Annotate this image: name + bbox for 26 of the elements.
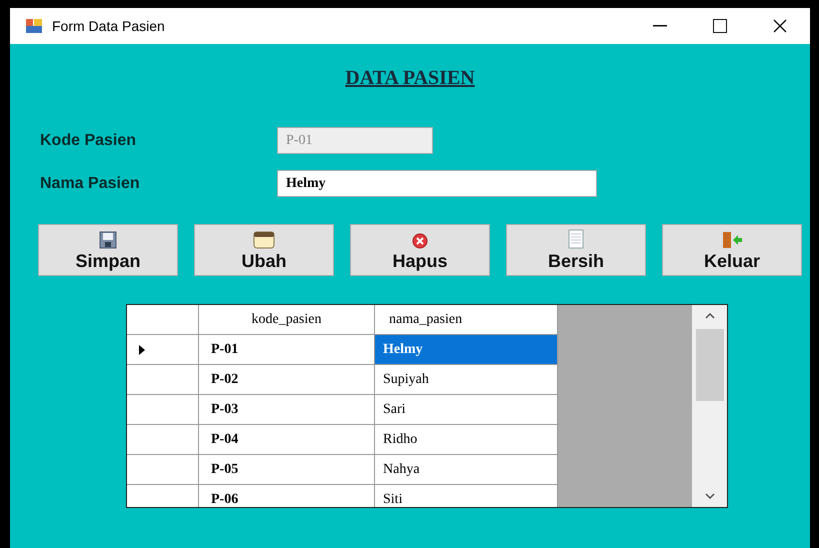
- toolbar-button[interactable]: Hapus: [350, 224, 490, 276]
- form-heading: DATA PASIEN: [345, 66, 475, 91]
- close-circle-icon: [412, 233, 428, 249]
- minimize-icon: [653, 25, 667, 27]
- close-icon: [773, 19, 787, 33]
- door-arrow-icon: [721, 231, 743, 249]
- scroll-up-icon: [704, 313, 714, 319]
- window-title: Form Data Pasien: [52, 16, 165, 36]
- toolbar-button[interactable]: Keluar: [662, 224, 802, 276]
- input-field[interactable]: Helmy: [277, 170, 597, 197]
- maximize-icon: [713, 19, 727, 33]
- blank-page-icon: [568, 229, 584, 249]
- table-cell: Siti: [375, 485, 558, 507]
- scrollbar-thumb[interactable]: [696, 329, 724, 401]
- toolbar-button[interactable]: Bersih: [506, 224, 646, 276]
- app-icon: [26, 19, 42, 33]
- row-pointer-icon: [139, 344, 145, 354]
- scroll-down-icon: [704, 493, 714, 499]
- toolbar-button[interactable]: Ubah: [194, 224, 334, 276]
- toolbar-button[interactable]: Simpan: [38, 224, 178, 276]
- table-cell: P-06: [199, 485, 375, 507]
- notepad-icon: [253, 231, 275, 249]
- scrollbar[interactable]: [692, 305, 727, 507]
- field-label: Kode Pasien: [40, 130, 138, 150]
- table-cell: Helmy: [375, 335, 558, 365]
- field-label: Nama Pasien: [40, 174, 141, 194]
